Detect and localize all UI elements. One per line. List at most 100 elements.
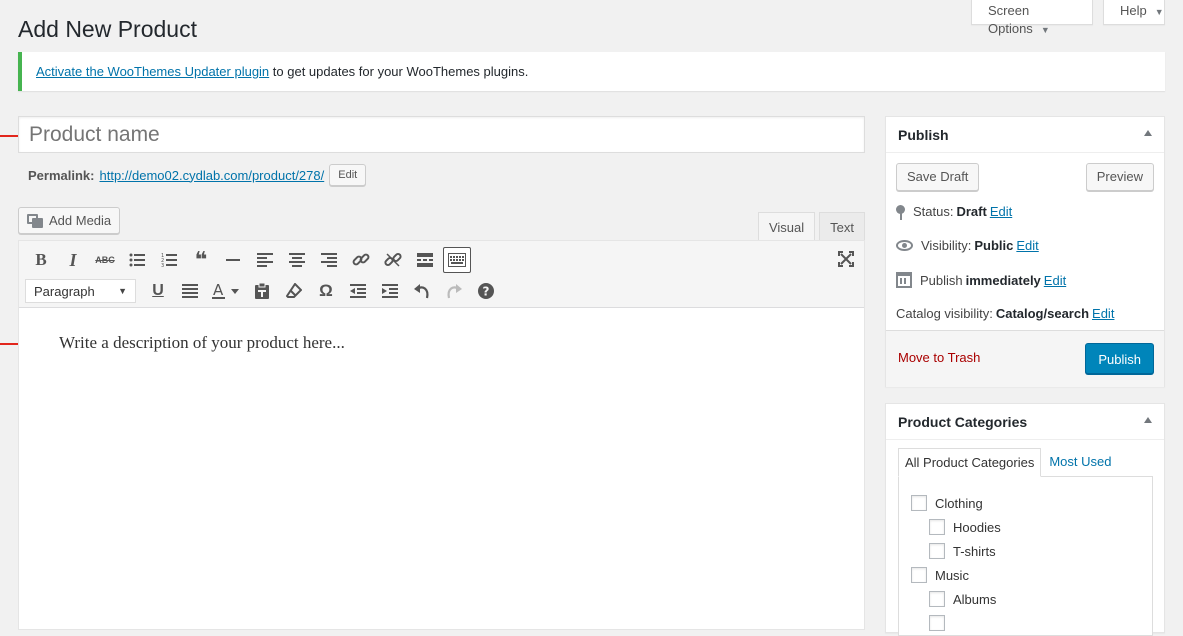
editor-tabs: Visual Text: [757, 212, 865, 241]
publish-actions: Save Draft Preview: [886, 153, 1164, 196]
category-checkbox[interactable]: [929, 543, 945, 559]
screen-options-button[interactable]: Screen Options ▼: [971, 0, 1093, 36]
redo-icon[interactable]: [438, 278, 470, 304]
clear-formatting-icon[interactable]: [278, 278, 310, 304]
preview-button[interactable]: Preview: [1085, 163, 1154, 191]
visibility-value: Public: [974, 238, 1014, 253]
align-left-icon[interactable]: [249, 247, 281, 273]
tab-text[interactable]: Text: [819, 212, 865, 241]
special-character-icon[interactable]: Ω: [310, 278, 342, 304]
status-label: Status:: [913, 204, 954, 219]
numbered-list-icon[interactable]: 123: [153, 247, 185, 273]
format-select-value: Paragraph: [34, 283, 95, 299]
editor-content[interactable]: Write a description of your product here…: [19, 308, 864, 378]
category-item-albums[interactable]: Albums: [929, 591, 996, 607]
catalog-visibility-label: Catalog visibility:: [896, 306, 993, 321]
edit-visibility-link[interactable]: Edit: [1016, 238, 1038, 253]
category-checkbox[interactable]: [929, 519, 945, 535]
description-editor: B I ABC 123 ❝ Paragraph ▼ U A Ω ? Write …: [18, 240, 865, 630]
collapse-arrow-icon[interactable]: [1144, 417, 1152, 423]
category-item-hoodies[interactable]: Hoodies: [929, 519, 1001, 535]
category-item-tshirts[interactable]: T-shirts: [929, 543, 996, 559]
bold-icon[interactable]: B: [25, 247, 57, 273]
help-label: Help: [1120, 3, 1147, 18]
notice-text: to get updates for your WooThemes plugin…: [269, 64, 529, 79]
svg-text:?: ?: [483, 285, 490, 299]
publish-date-label: Publish: [920, 272, 963, 288]
help-icon[interactable]: ?: [470, 278, 502, 304]
catalog-visibility-row: Catalog visibility: Catalog/search Edit: [896, 306, 1114, 321]
format-select[interactable]: Paragraph ▼: [25, 279, 136, 303]
eye-icon: [896, 240, 913, 251]
tab-visual[interactable]: Visual: [757, 212, 816, 241]
bullet-list-icon[interactable]: [121, 247, 153, 273]
category-item-clothing[interactable]: Clothing: [911, 495, 983, 511]
editor-toolbar: B I ABC 123 ❝ Paragraph ▼ U A Ω ?: [19, 241, 864, 308]
page-title: Add New Product: [18, 16, 197, 42]
justify-icon[interactable]: [174, 278, 206, 304]
publish-box-header[interactable]: Publish: [886, 117, 1164, 153]
media-icon: [27, 213, 43, 228]
remove-link-icon[interactable]: [377, 247, 409, 273]
toolbar-row-2: Paragraph ▼ U A Ω ?: [25, 278, 502, 304]
toolbar-row-1: B I ABC 123 ❝: [25, 247, 473, 273]
tab-all-categories[interactable]: All Product Categories: [898, 448, 1042, 477]
outdent-icon[interactable]: [342, 278, 374, 304]
fullscreen-icon[interactable]: [838, 251, 854, 267]
pin-icon: [896, 204, 905, 220]
permalink-edit-button[interactable]: Edit: [329, 164, 367, 186]
status-value: Draft: [956, 204, 987, 219]
permalink-label: Permalink:: [28, 167, 95, 183]
publish-box: Publish Save Draft Preview Status: Draft…: [885, 116, 1165, 387]
category-label: Clothing: [935, 495, 983, 511]
help-button[interactable]: Help ▼: [1103, 0, 1165, 25]
category-checkbox[interactable]: [929, 591, 945, 607]
insert-link-icon[interactable]: [345, 247, 377, 273]
edit-catalog-visibility-link[interactable]: Edit: [1092, 306, 1114, 321]
category-label: Albums: [953, 591, 997, 607]
move-to-trash-link[interactable]: Move to Trash: [898, 350, 980, 365]
permalink-url[interactable]: http://demo02.cydlab.com/product/278/: [99, 168, 324, 183]
align-right-icon[interactable]: [313, 247, 345, 273]
publish-button[interactable]: Publish: [1085, 343, 1154, 374]
collapse-arrow-icon[interactable]: [1144, 130, 1152, 136]
category-checkbox[interactable]: [911, 495, 927, 511]
edit-publish-date-link[interactable]: Edit: [1044, 273, 1066, 288]
screen-options-label: Screen Options: [988, 3, 1033, 36]
publish-date-value: immediately: [965, 272, 1041, 288]
blockquote-icon[interactable]: ❝: [185, 247, 217, 273]
paste-text-icon[interactable]: [246, 278, 278, 304]
category-checkbox[interactable]: [911, 567, 927, 583]
major-publishing-actions: Move to Trash Publish: [886, 330, 1164, 387]
align-center-icon[interactable]: [281, 247, 313, 273]
save-draft-button[interactable]: Save Draft: [896, 163, 980, 191]
publish-box-title: Publish: [898, 127, 949, 143]
strikethrough-icon[interactable]: ABC: [89, 247, 121, 273]
svg-text:3: 3: [161, 263, 164, 267]
updater-notice: Activate the WooThemes Updater plugin to…: [18, 52, 1165, 91]
tab-most-used[interactable]: Most Used: [1041, 448, 1117, 477]
category-item-music[interactable]: Music: [911, 567, 969, 583]
caret-down-icon: ▼: [1040, 25, 1050, 35]
read-more-icon[interactable]: [409, 247, 441, 273]
activate-updater-link[interactable]: Activate the WooThemes Updater plugin: [36, 64, 269, 79]
underline-icon[interactable]: U: [142, 278, 174, 304]
undo-icon[interactable]: [406, 278, 438, 304]
product-categories-box: Product Categories All Product Categorie…: [885, 403, 1165, 636]
indent-icon[interactable]: [374, 278, 406, 304]
edit-status-link[interactable]: Edit: [990, 204, 1012, 219]
svg-text:A: A: [213, 283, 224, 299]
product-name-input[interactable]: [18, 116, 865, 153]
add-media-label: Add Media: [49, 213, 112, 228]
product-categories-header[interactable]: Product Categories: [886, 404, 1164, 440]
category-checkbox[interactable]: [929, 615, 945, 631]
screen-meta: Screen Options ▼ Help ▼: [971, 0, 1165, 36]
add-media-button[interactable]: Add Media: [18, 207, 120, 234]
horizontal-line-icon[interactable]: [217, 247, 249, 273]
text-color-icon[interactable]: A: [206, 278, 246, 304]
category-item-partial[interactable]: [929, 615, 945, 631]
italic-icon[interactable]: I: [57, 247, 89, 273]
toolbar-toggle-icon[interactable]: [443, 247, 471, 273]
publish-date-row: Publish immediately Edit: [896, 272, 1066, 288]
category-label: T-shirts: [953, 543, 996, 559]
